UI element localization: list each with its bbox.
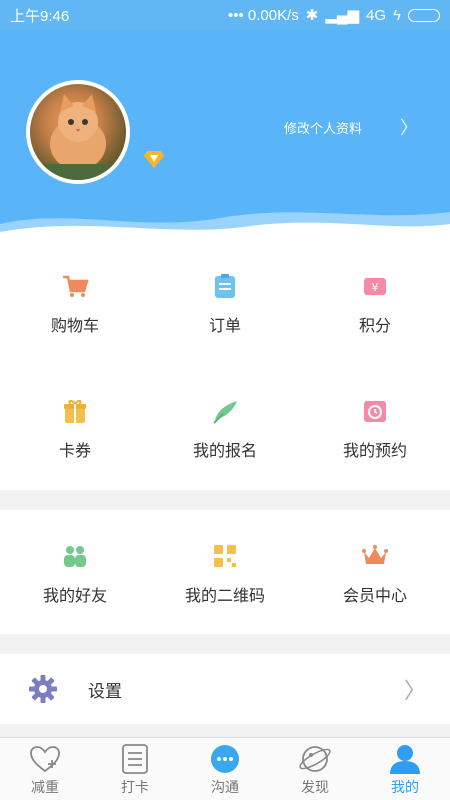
- tab-label: 打卡: [121, 779, 149, 795]
- profile-header: 修改个人资料 〉: [0, 30, 450, 242]
- menu-item-label: 我的好友: [42, 588, 107, 605]
- tab-mine[interactable]: 我的: [360, 738, 450, 800]
- appointment-icon: [364, 401, 386, 422]
- menu-item-cart[interactable]: 购物车: [0, 272, 150, 336]
- checklist-icon: [122, 744, 148, 774]
- person-icon: [390, 745, 420, 774]
- menu-item-signup[interactable]: 我的报名: [150, 397, 300, 461]
- vip-badge-icon: [144, 151, 164, 168]
- bottom-tab-bar: 减重 打卡 沟通 发现 我的: [0, 737, 450, 800]
- menu-item-friends[interactable]: 我的好友: [0, 542, 150, 606]
- cart-icon: [63, 275, 89, 297]
- chat-icon: [211, 745, 239, 773]
- chevron-right-icon: 〉: [400, 118, 418, 138]
- menu-item-label: 我的预约: [342, 443, 407, 460]
- points-icon: ¥: [364, 278, 386, 295]
- header-wave: [0, 212, 450, 242]
- menu-item-label: 卡券: [58, 443, 91, 460]
- menu-item-coupons[interactable]: 卡券: [0, 397, 150, 461]
- friends-icon: [64, 546, 86, 567]
- menu-item-label: 购物车: [50, 318, 99, 335]
- menu-item-membership[interactable]: 会员中心: [300, 542, 450, 606]
- menu-item-label: 我的报名: [192, 443, 257, 460]
- tab-discover[interactable]: 发现: [270, 738, 360, 800]
- cat-photo: [30, 94, 126, 180]
- tab-label: 我的: [391, 779, 419, 795]
- gear-icon: [29, 675, 57, 703]
- signup-icon: [213, 401, 237, 424]
- menu-item-label: 我的二维码: [184, 588, 265, 605]
- charging-icon: ϟ: [393, 6, 401, 24]
- edit-profile-link[interactable]: 修改个人资料 〉: [284, 114, 418, 140]
- chevron-right-icon: 〉: [403, 678, 426, 703]
- menu-item-label: 会员中心: [342, 588, 407, 605]
- order-icon: [215, 274, 235, 298]
- avatar[interactable]: [26, 80, 130, 184]
- menu-item-label: 订单: [208, 318, 241, 335]
- settings-row[interactable]: 设置 〉: [0, 654, 450, 724]
- svg-text:¥: ¥: [372, 281, 379, 294]
- qrcode-icon: [214, 545, 236, 567]
- status-bar: 上午9:46 ••• 0.00K/s ✱ ▂▄▆ 4G ϟ: [0, 0, 450, 30]
- menu-item-qrcode[interactable]: 我的二维码: [150, 542, 300, 606]
- menu-item-order[interactable]: 订单: [150, 272, 300, 336]
- network-speed: ••• 0.00K/s: [227, 6, 299, 24]
- gift-icon: [64, 399, 86, 423]
- planet-icon: [299, 746, 331, 772]
- signal-icon: ▂▄▆: [325, 7, 360, 24]
- bluetooth-icon: ✱: [305, 7, 319, 24]
- battery-icon: [408, 8, 440, 22]
- crown-icon: [362, 545, 388, 564]
- menu-section-social: 我的好友 我的二维码 会员中心: [0, 510, 450, 634]
- tab-check-in[interactable]: 打卡: [90, 738, 180, 800]
- tab-label: 减重: [31, 779, 59, 795]
- tab-label: 沟通: [211, 779, 239, 795]
- menu-section-main: 购物车 订单 ¥ 积分 卡券 我的报名 我的预约: [0, 242, 450, 490]
- edit-profile-label: 修改个人资料: [283, 120, 362, 136]
- tab-label: 发现: [301, 779, 329, 795]
- signal-type: 4G: [366, 6, 387, 24]
- settings-label: 设置: [88, 681, 122, 701]
- heart-plus-icon: [30, 746, 60, 773]
- menu-item-points[interactable]: ¥ 积分: [300, 272, 450, 336]
- tab-chat[interactable]: 沟通: [180, 738, 270, 800]
- status-time: 上午9:46: [10, 7, 70, 25]
- menu-item-appointment[interactable]: 我的预约: [300, 397, 450, 461]
- menu-item-label: 积分: [358, 318, 391, 335]
- tab-weight-loss[interactable]: 减重: [0, 738, 90, 800]
